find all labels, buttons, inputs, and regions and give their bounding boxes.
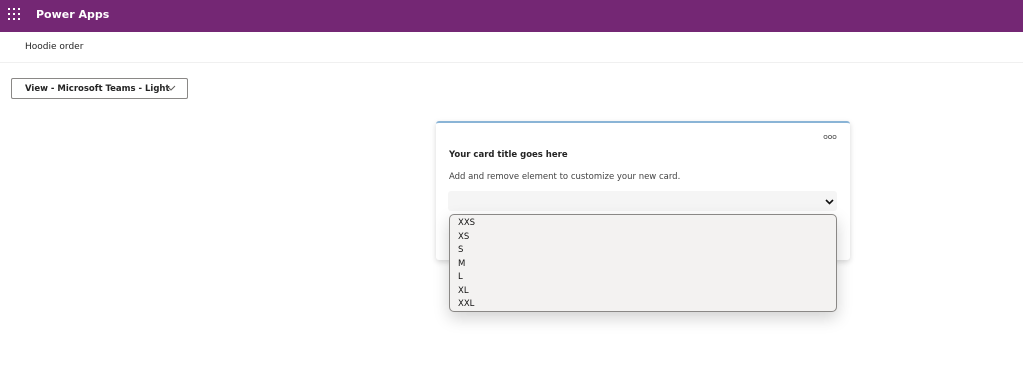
dropdown-option-xxs[interactable]: XXS [450,217,836,231]
waffle-grid-icon[interactable] [8,8,22,22]
app-header-bar: Power Apps [0,0,1023,32]
card-description: Add and remove element to customize your… [449,172,681,182]
dropdown-option-s[interactable]: S [450,244,836,258]
page-title: Hoodie order [25,42,84,52]
dropdown-option-xs[interactable]: XS [450,231,836,245]
subheader-bar: Hoodie order [0,32,1023,63]
card-title: Your card title goes here [449,150,568,160]
view-selector-button[interactable]: View - Microsoft Teams - Light [11,78,188,99]
more-horizontal-icon[interactable] [823,134,837,140]
chevron-down-icon [166,85,176,91]
size-dropdown-list: XXS XS S M L XL XXL [449,214,837,312]
dropdown-option-xl[interactable]: XL [450,285,836,299]
chevron-down-icon [825,199,834,205]
view-selector-label: View - Microsoft Teams - Light [25,84,170,94]
size-options: XXS XS S M L XL XXL [450,217,836,312]
app-title[interactable]: Power Apps [36,8,109,21]
dropdown-option-m[interactable]: M [450,258,836,272]
dropdown-option-xxl[interactable]: XXL [450,298,836,312]
size-select[interactable] [448,191,837,211]
dropdown-option-l[interactable]: L [450,271,836,285]
